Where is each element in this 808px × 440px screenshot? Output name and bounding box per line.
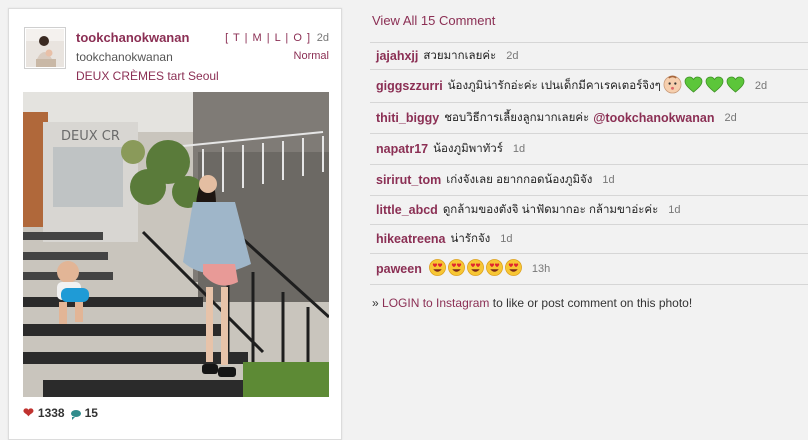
- comment-age: 1d: [512, 143, 526, 155]
- green-heart-icon: [705, 76, 724, 96]
- comment-item: paween 13h: [370, 253, 808, 284]
- post-card: tookchanokwanan tookchanokwanan DEUX CRÈ…: [8, 8, 342, 440]
- comment-text: ดูกล้ามของตังจิ น่าฟัดมากอะ กล้ามขาอ่ะค่…: [442, 204, 659, 216]
- comment-list: jajahxjj สวยมากเลยค่ะ 2d giggszzurri น้องภูม…: [370, 42, 808, 285]
- comment-mention-link[interactable]: @tookchanokwanan: [593, 111, 714, 125]
- comment-username-link[interactable]: paween: [376, 262, 422, 276]
- heart-eyes-icon: [466, 259, 484, 279]
- green-heart-icon: [726, 76, 745, 96]
- comment-age: 2d: [724, 112, 737, 124]
- comment-username-link[interactable]: thiti_biggy: [376, 111, 439, 125]
- comment-username-link[interactable]: hikeatreena: [376, 232, 445, 246]
- avatar[interactable]: [24, 27, 66, 69]
- post-stats: ❤ 1338 15: [23, 405, 98, 421]
- view-all-comments-link[interactable]: View All 15 Comment: [372, 13, 495, 28]
- comment-age: 13h: [531, 263, 551, 275]
- post-age: 2d: [316, 32, 329, 44]
- post-full-name: tookchanokwanan: [76, 50, 173, 64]
- heart-eyes-icon: [447, 259, 465, 279]
- login-link[interactable]: LOGIN to Instagram: [382, 296, 489, 310]
- baby-face-icon: [663, 75, 682, 97]
- comment-text: น่ารักจัง: [450, 233, 491, 245]
- post-filter: Normal: [293, 50, 329, 62]
- heart-eyes-icon: [428, 259, 446, 279]
- login-arrow: »: [372, 296, 379, 310]
- comment-text: น้องภูมิพาทัวร์: [433, 143, 503, 155]
- comment-text: น้องภูมิน่ารักอ่ะค่ะ เปนเด็กมีคาเรคเตอร์…: [447, 80, 661, 92]
- comment-item: sirirut_tom เก่งจังเลย อยากกอดน้องภูมิจัง…: [370, 164, 808, 195]
- login-prompt: » LOGIN to Instagram to like or post com…: [372, 296, 692, 310]
- comment-bubble-icon[interactable]: [70, 409, 81, 420]
- green-heart-icon: [684, 76, 703, 96]
- avatar-image: [26, 29, 64, 67]
- comment-age: 1d: [668, 204, 681, 216]
- comment-item: napatr17 น้องภูมิพาทัวร์ 1d: [370, 133, 808, 164]
- post-username-link[interactable]: tookchanokwanan: [76, 30, 189, 45]
- comment-item: hikeatreena น่ารักจัง 1d: [370, 224, 808, 253]
- comment-username-link[interactable]: little_abcd: [376, 203, 438, 217]
- comment-age: 2d: [754, 80, 768, 92]
- comment-age: 1d: [602, 174, 615, 186]
- post-location-link[interactable]: DEUX CRÈMES tart Seoul: [76, 69, 219, 83]
- comment-username-link[interactable]: giggszzurri: [376, 79, 443, 93]
- comment-item: thiti_biggy ชอบวิธีการเลี้ยงลูกมากเลยค่ะ @…: [370, 102, 808, 133]
- heart-eyes-icon: [504, 259, 522, 279]
- comments-count: 15: [84, 406, 98, 420]
- heart-icon[interactable]: ❤: [23, 405, 34, 421]
- comment-username-link[interactable]: sirirut_tom: [376, 173, 441, 187]
- likes-count: 1338: [37, 406, 65, 420]
- heart-eyes-icon: [485, 259, 503, 279]
- comment-item: jajahxjj สวยมากเลยค่ะ 2d: [370, 42, 808, 69]
- comment-username-link[interactable]: jajahxjj: [376, 49, 418, 63]
- login-suffix: to like or post comment on this photo!: [492, 296, 693, 310]
- comment-list-divider: [370, 284, 808, 285]
- comment-age: 2d: [506, 50, 519, 62]
- comment-username-link[interactable]: napatr17: [376, 142, 428, 156]
- comment-text: สวยมากเลยค่ะ: [423, 50, 497, 62]
- comment-item: little_abcd ดูกล้ามของตังจิ น่าฟัดมากอะ ก…: [370, 195, 808, 224]
- comment-age: 1d: [500, 233, 513, 245]
- photo-sign-text: DEUX CR: [61, 129, 120, 144]
- comment-item: giggszzurri น้องภูมิน่ารักอ่ะค่ะ เปนเด็กม…: [370, 69, 808, 102]
- comment-text: ชอบวิธีการเลี้ยงลูกมากเลยค่ะ: [444, 112, 590, 124]
- post-photo[interactable]: DEUX CR: [23, 92, 329, 397]
- media-size-links[interactable]: [ T | M | L | O ]: [225, 32, 311, 44]
- comment-text: เก่งจังเลย อยากกอดน้องภูมิจัง: [446, 174, 593, 186]
